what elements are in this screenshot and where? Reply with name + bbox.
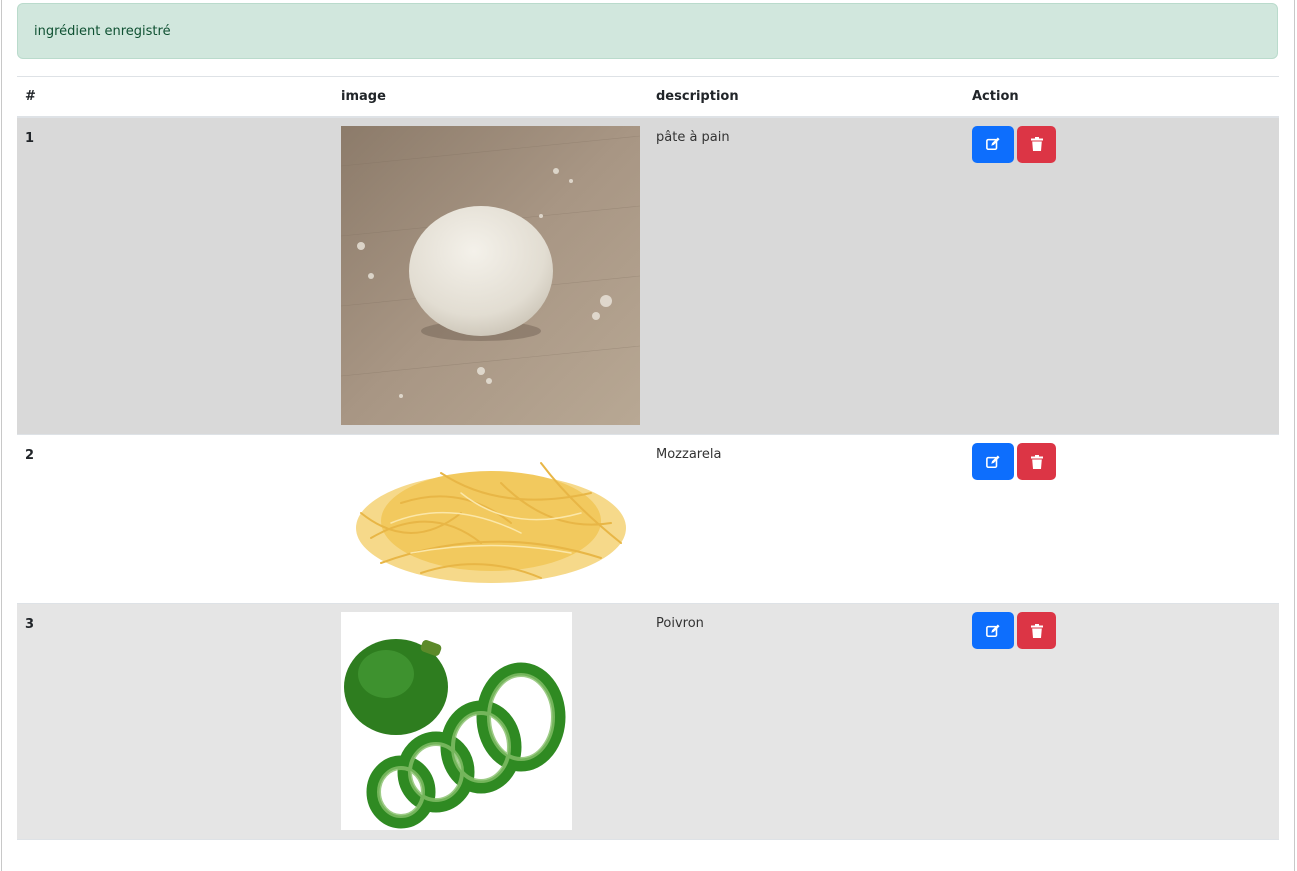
- row-description: Mozzarela: [648, 434, 964, 604]
- delete-button[interactable]: [1017, 612, 1056, 649]
- header-index: #: [17, 76, 333, 118]
- row-actions: [964, 434, 1279, 604]
- edit-button[interactable]: [972, 125, 1014, 163]
- edit-button[interactable]: [972, 443, 1014, 480]
- header-action: Action: [964, 76, 1279, 118]
- table-header-row: # image description Action: [17, 76, 1279, 118]
- row-actions: [964, 116, 1279, 435]
- header-description: description: [648, 76, 964, 118]
- row-image-cell: [333, 434, 648, 604]
- row-index: 3: [17, 603, 333, 840]
- header-image: image: [333, 76, 648, 118]
- pencil-square-icon: [986, 137, 1000, 151]
- trash-icon: [1030, 623, 1043, 638]
- dough-ball-photo: [341, 125, 640, 425]
- row-description: Poivron: [648, 603, 964, 840]
- trash-icon: [1030, 454, 1043, 469]
- row-actions: [964, 603, 1279, 840]
- row-index: 1: [17, 116, 333, 435]
- row-index: 2: [17, 434, 333, 604]
- green-pepper-photo: [341, 612, 572, 830]
- delete-button[interactable]: [1017, 125, 1056, 163]
- row-image-cell: [333, 603, 648, 840]
- success-alert: ingrédient enregistré: [17, 3, 1278, 59]
- alert-message: ingrédient enregistré: [34, 24, 171, 39]
- ingredients-table: # image description Action 1 pâte à pain…: [17, 76, 1279, 840]
- pencil-square-icon: [986, 623, 1000, 637]
- edit-button[interactable]: [972, 612, 1014, 649]
- table-row: 2 Mozzarela: [17, 434, 1279, 604]
- table-row: 3 Poivron: [17, 603, 1279, 840]
- trash-icon: [1030, 137, 1043, 151]
- pencil-square-icon: [986, 454, 1000, 468]
- row-description: pâte à pain: [648, 116, 964, 435]
- shredded-cheese-photo: [341, 443, 640, 595]
- delete-button[interactable]: [1017, 443, 1056, 480]
- table-row: 1 pâte à pain: [17, 116, 1279, 435]
- row-image-cell: [333, 116, 648, 435]
